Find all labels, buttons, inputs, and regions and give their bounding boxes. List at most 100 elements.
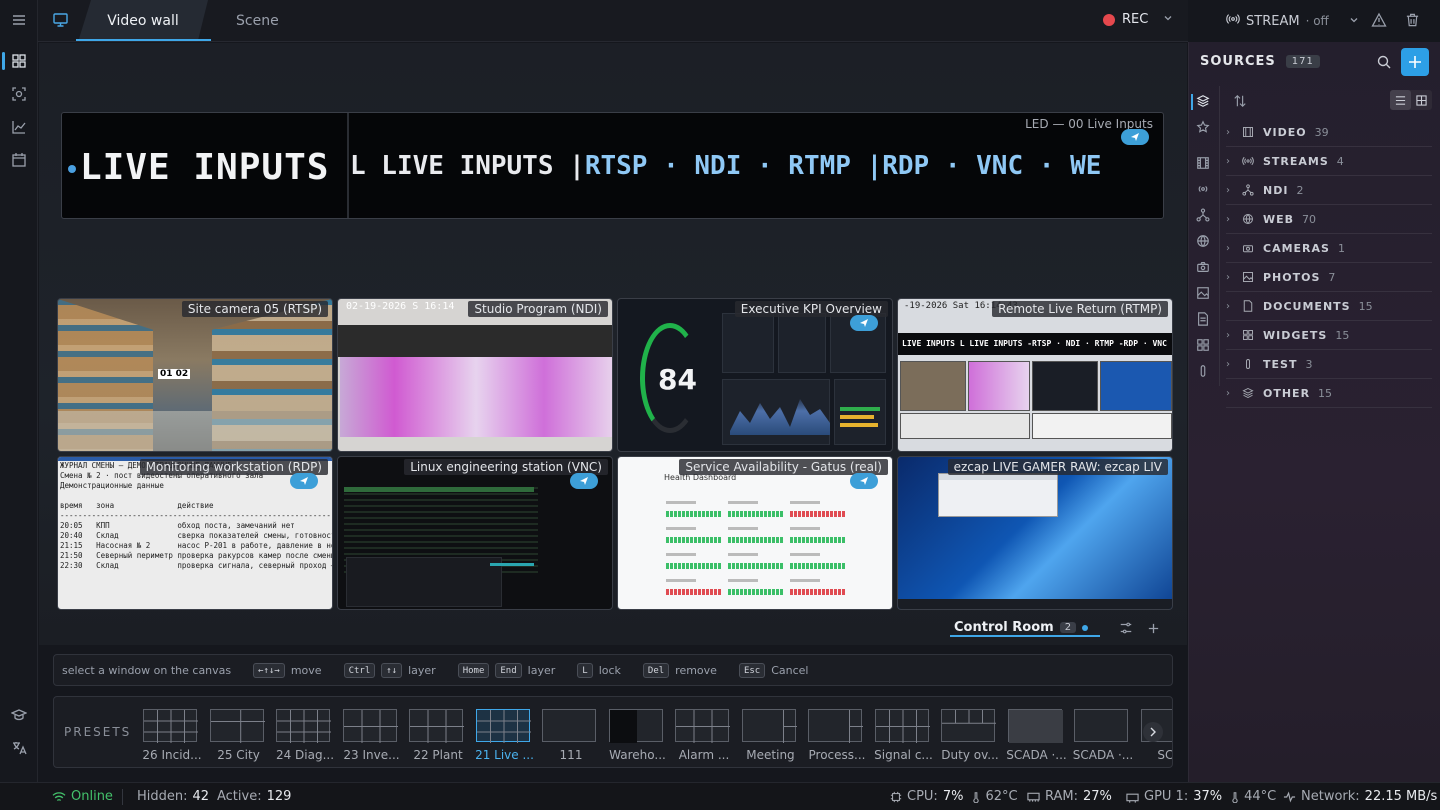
chevron-right-icon[interactable]: › — [1226, 243, 1234, 254]
tile-kpi-overview[interactable]: 84 Executive KPI Overview — [617, 298, 893, 452]
preset-name: 21 Live ... — [475, 748, 534, 762]
preset-item[interactable]: 24 Diag... — [276, 709, 334, 762]
preset-item[interactable]: Meeting — [741, 709, 798, 762]
chevron-right-icon[interactable]: › — [1226, 301, 1234, 312]
led-big-text: LIVE INPUTS — [68, 147, 329, 188]
tile-ezcap[interactable]: ezcap LIVE GAMER RAW: ezcap LIV — [897, 456, 1173, 610]
key-hint: ←↑↓→ — [253, 662, 285, 678]
camera-scan-icon[interactable] — [9, 84, 29, 104]
broadcast-icon — [1226, 12, 1240, 30]
chevron-right-icon[interactable]: › — [1226, 388, 1234, 399]
key-hint: ↑↓ — [381, 662, 403, 678]
layers-icon[interactable] — [1196, 94, 1212, 110]
preset-thumbnail — [475, 709, 531, 743]
chevron-down-icon[interactable] — [1349, 15, 1359, 28]
chevron-right-icon[interactable]: › — [1226, 214, 1234, 225]
source-category-photos[interactable]: › PHOTOS 7 — [1226, 263, 1432, 292]
rec-button[interactable]: REC — [1103, 12, 1173, 27]
presets-next-button[interactable] — [1143, 722, 1163, 742]
tile-site-camera[interactable]: 01 02 Site camera 05 (RTSP) — [57, 298, 333, 452]
chevron-right-icon[interactable]: › — [1226, 272, 1234, 283]
list-view-icon[interactable] — [1390, 90, 1411, 110]
hint-text: lock — [598, 663, 621, 677]
broadcast-icon[interactable] — [1196, 182, 1212, 198]
source-category-documents[interactable]: › DOCUMENTS 15 — [1226, 292, 1432, 321]
preset-item[interactable]: Wareho... — [608, 709, 666, 762]
search-icon[interactable] — [1376, 54, 1392, 73]
menu-icon[interactable] — [9, 10, 29, 30]
source-category-test[interactable]: › TEST 3 — [1226, 350, 1432, 379]
tile-monitoring-workstation[interactable]: ЖУРНАЛ СМЕНЫ — ДЕМОНСТРАЦИОННЫЕ ДАННЫЕ С… — [57, 456, 333, 610]
preset-item[interactable]: 21 Live ... — [475, 709, 534, 762]
preset-item[interactable]: 26 Incid... — [142, 709, 202, 762]
sliders-icon[interactable] — [1119, 621, 1133, 638]
tile-remote-return[interactable]: -19-2026 Sat 16:14:43 LIVE INPUTS L LIVE… — [897, 298, 1173, 452]
preset-item[interactable]: 25 City — [209, 709, 266, 762]
preset-item[interactable]: Process... — [808, 709, 865, 762]
source-category-cameras[interactable]: › CAMERAS 1 — [1226, 234, 1432, 263]
view-toggle — [1390, 90, 1432, 110]
chevron-right-icon[interactable]: › — [1226, 156, 1234, 167]
pin-icon[interactable] — [850, 473, 878, 489]
preset-item[interactable]: Duty ov... — [941, 709, 999, 762]
source-category-streams[interactable]: › STREAMS 4 — [1226, 147, 1432, 176]
translate-icon[interactable] — [9, 738, 29, 758]
sort-icon[interactable] — [1233, 94, 1247, 111]
kpi-panel — [834, 379, 886, 445]
add-screen-icon[interactable] — [1147, 620, 1160, 639]
pin-icon[interactable] — [850, 315, 878, 331]
chevron-right-icon[interactable]: › — [1226, 127, 1234, 138]
screen-tab-underline — [950, 635, 1100, 637]
pin-icon[interactable] — [290, 473, 318, 489]
tile-linux-station[interactable]: Linux engineering station (VNC) — [337, 456, 613, 610]
preset-item[interactable]: SCADA ·... — [1073, 709, 1133, 762]
preset-item[interactable]: 111 — [542, 709, 598, 762]
document-icon[interactable] — [1196, 312, 1212, 328]
thermometer-icon — [1232, 791, 1238, 803]
network-icon[interactable] — [1196, 208, 1212, 224]
led-window[interactable]: LIVE INPUTS L LIVE INPUTS |RTSP · NDI · … — [61, 112, 1164, 219]
pin-icon[interactable] — [1121, 129, 1149, 145]
warning-icon[interactable] — [1371, 12, 1387, 31]
network-usage: Network: 22.15 MB/s — [1283, 789, 1437, 804]
image-icon[interactable] — [1196, 286, 1212, 302]
graduation-cap-icon[interactable] — [9, 705, 29, 725]
globe-icon[interactable] — [1196, 234, 1212, 250]
stream-button[interactable]: STREAM · off — [1226, 12, 1359, 30]
preset-item[interactable]: SCADA ·... — [1006, 709, 1067, 762]
source-category-widgets[interactable]: › WIDGETS 15 — [1226, 321, 1432, 350]
tile-studio-program[interactable]: 02-19-2026 S 16:14 Studio Program (NDI) — [337, 298, 613, 452]
source-category-ndi[interactable]: › NDI 2 — [1226, 176, 1432, 205]
grid-view-icon[interactable] — [1411, 90, 1432, 110]
widgets-icon[interactable] — [1196, 338, 1212, 354]
gpu-usage: GPU 1: 37% 44°C — [1126, 789, 1276, 804]
preset-item[interactable]: Alarm ... — [675, 709, 731, 762]
preset-thumbnail — [608, 709, 663, 743]
tile-gatus[interactable]: Health Dashboard Service Availability - … — [617, 456, 893, 610]
camera-icon[interactable] — [1196, 260, 1212, 276]
pin-icon[interactable] — [570, 473, 598, 489]
category-count: 70 — [1302, 212, 1317, 226]
chevron-right-icon[interactable]: › — [1226, 359, 1234, 370]
source-category-video[interactable]: › VIDEO 39 — [1226, 118, 1432, 147]
chart-icon[interactable] — [9, 117, 29, 137]
chevron-down-icon[interactable] — [1163, 13, 1173, 26]
preset-item[interactable]: 23 Inve... — [342, 709, 400, 762]
star-icon[interactable] — [1196, 120, 1212, 136]
preset-item[interactable]: Signal c... — [874, 709, 933, 762]
chevron-right-icon[interactable]: › — [1226, 185, 1234, 196]
test-icon[interactable] — [1196, 364, 1212, 380]
film-icon[interactable] — [1196, 156, 1212, 172]
tab-scene[interactable]: Scene — [236, 0, 279, 42]
tab-video-wall[interactable]: Video wall — [78, 0, 208, 42]
source-category-other[interactable]: › OTHER 15 — [1226, 379, 1432, 408]
preset-thumbnail — [542, 709, 596, 742]
source-category-web[interactable]: › WEB 70 — [1226, 205, 1432, 234]
preset-item[interactable]: 22 Plant — [409, 709, 465, 762]
trash-icon[interactable] — [1405, 12, 1420, 31]
calendar-icon[interactable] — [9, 150, 29, 170]
screen-tab-control-room[interactable]: Control Room 2 — [954, 620, 1089, 635]
chevron-right-icon[interactable]: › — [1226, 330, 1234, 341]
add-source-button[interactable] — [1401, 48, 1429, 76]
grid-icon[interactable] — [9, 51, 29, 71]
